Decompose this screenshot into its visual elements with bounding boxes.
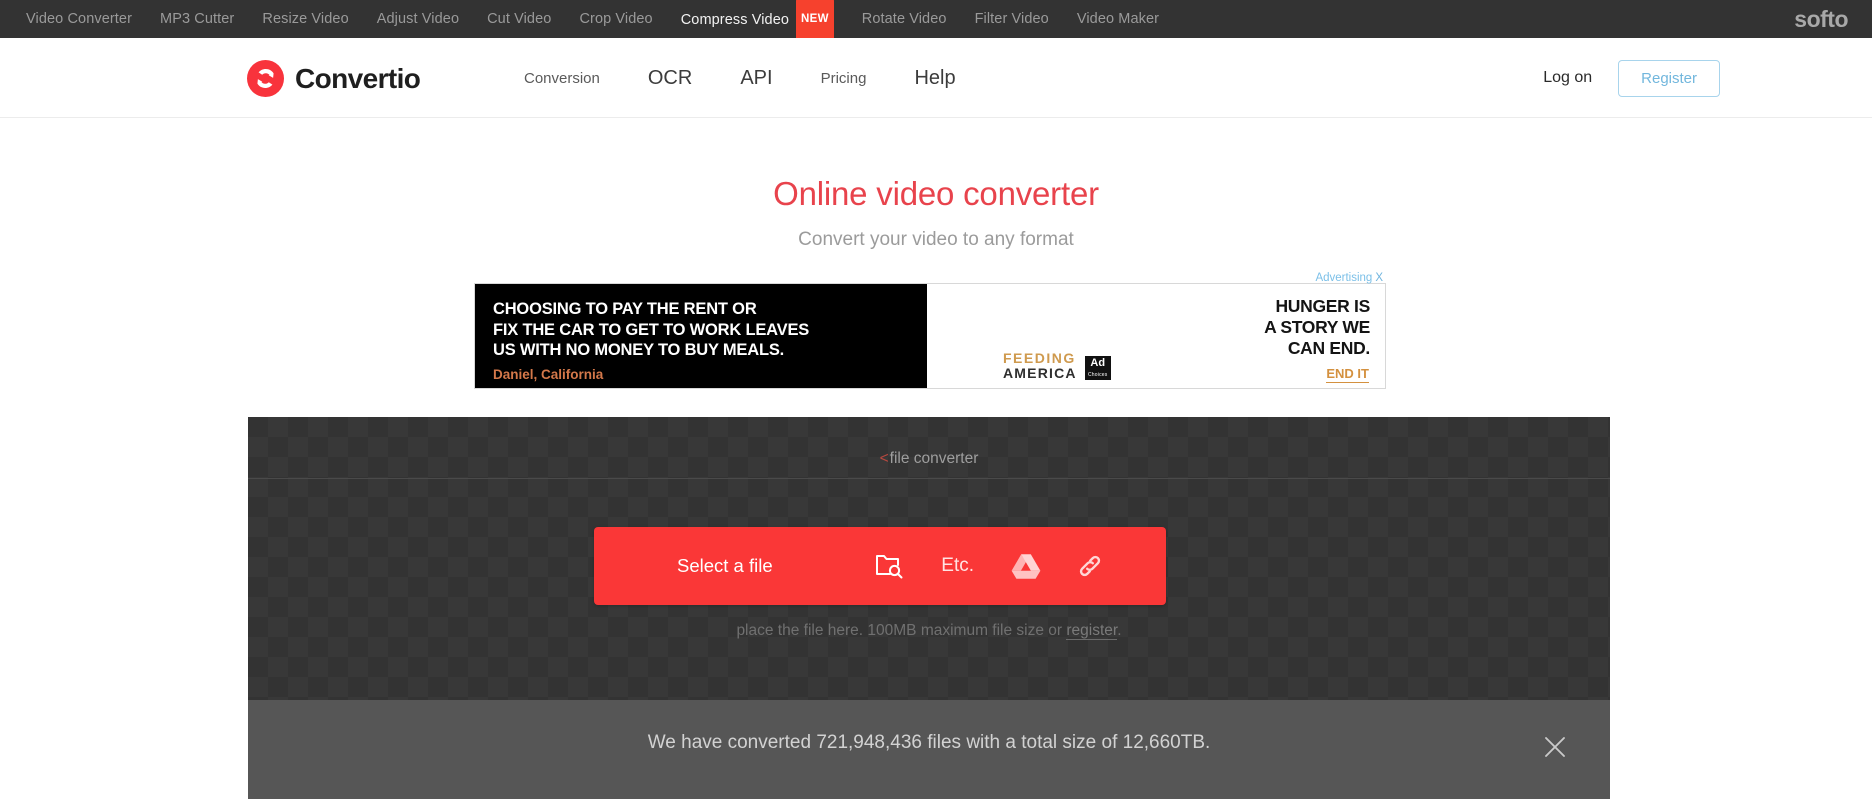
- site-header: Convertio Conversion OCR API Pricing Hel…: [0, 38, 1872, 118]
- ad-right-line-2: A STORY WE: [1264, 317, 1370, 337]
- dropzone-caption-text: file converter: [889, 450, 979, 467]
- promo-link-filter-video[interactable]: Filter Video: [961, 0, 1063, 38]
- brand-name: Convertio: [295, 62, 421, 94]
- advertising-label-text: Advertising: [1315, 272, 1373, 284]
- promo-link-label: Rotate Video: [861, 11, 947, 27]
- dropzone-caption: <file converter: [248, 450, 1610, 468]
- promo-link-label: Filter Video: [974, 11, 1049, 27]
- etc-label: Etc.: [941, 555, 974, 576]
- feeding-america-logo: FEEDING AMERICA: [1003, 351, 1077, 380]
- promo-link-label: Compress Video: [680, 11, 790, 28]
- page-title: Online video converter: [773, 175, 1099, 212]
- stats-bar: We have converted 721,948,436 files with…: [248, 700, 1610, 799]
- promo-link-crop-video[interactable]: Crop Video: [565, 0, 666, 38]
- ad-right-line-3: CAN END.: [1287, 338, 1370, 358]
- select-file-label: Select a file: [677, 555, 773, 576]
- adchoices-icon[interactable]: Ad Choices: [1084, 356, 1111, 380]
- ad-sponsor: FEEDING AMERICA Ad Choices: [1003, 351, 1111, 380]
- link-chain-icon: [1075, 551, 1105, 581]
- promo-bar: Video Converter MP3 Cutter Resize Video …: [0, 0, 1872, 40]
- promo-link-video-maker[interactable]: Video Maker: [1063, 0, 1173, 38]
- promo-link-rotate-video[interactable]: Rotate Video: [848, 0, 961, 38]
- ad-cta-link[interactable]: END IT: [1326, 366, 1369, 383]
- log-on-link[interactable]: Log on: [1543, 69, 1592, 87]
- promo-link-mp3-cutter[interactable]: MP3 Cutter: [146, 0, 248, 38]
- promo-link-label: Cut Video: [487, 11, 552, 27]
- from-url-button[interactable]: [1058, 535, 1122, 597]
- select-file-bar[interactable]: Select a file Etc.: [594, 527, 1166, 605]
- ad-left-panel: CHOOSING TO PAY THE RENT OR FIX THE CAR …: [475, 284, 927, 388]
- sponsor-name-top: FEEDING: [1003, 350, 1076, 366]
- select-actions: Etc.: [857, 535, 1166, 597]
- convertio-swirl-icon: [247, 60, 284, 97]
- promo-nav: Video Converter MP3 Cutter Resize Video …: [0, 0, 1173, 40]
- sponsor-name-bottom: AMERICA: [1003, 365, 1077, 381]
- new-badge: NEW: [796, 0, 834, 40]
- browse-files-button[interactable]: [857, 535, 921, 597]
- ad-right-line-1: HUNGER IS: [1275, 296, 1370, 316]
- drop-hint: place the file here. 100MB maximum file …: [248, 622, 1610, 640]
- promo-link-video-converter[interactable]: Video Converter: [12, 0, 146, 38]
- drop-hint-register-link[interactable]: register: [1066, 622, 1118, 640]
- dropzone-header: <file converter: [248, 417, 1610, 479]
- promo-link-label: Resize Video: [262, 11, 349, 27]
- close-icon[interactable]: [1542, 734, 1568, 760]
- ad-right-panel: HUNGER IS A STORY WE CAN END. END IT FEE…: [927, 284, 1385, 388]
- page-subtitle: Convert your video to any format: [798, 229, 1074, 250]
- advertisement-container: Advertising X CHOOSING TO PAY THE RENT OR…: [474, 272, 1386, 389]
- folder-search-icon: [874, 551, 904, 581]
- account-area: Log on Register: [1543, 38, 1872, 118]
- adchoices-sublabel: Choices: [1088, 372, 1108, 378]
- promo-link-label: Crop Video: [579, 11, 653, 27]
- promo-link-label: Video Converter: [26, 11, 133, 27]
- hero-section: Online video converter Convert your vide…: [0, 119, 1872, 251]
- nav-item-pricing[interactable]: Pricing: [797, 70, 891, 87]
- softo-logo[interactable]: softo: [1794, 0, 1848, 38]
- ad-headline-line-2: FIX THE CAR TO GET TO WORK LEAVES: [493, 320, 810, 339]
- google-drive-icon: [1011, 553, 1041, 580]
- promo-link-label: Video Maker: [1076, 11, 1160, 27]
- google-drive-button[interactable]: [994, 535, 1058, 597]
- main-nav: Conversion OCR API Pricing Help: [500, 38, 980, 118]
- brand-logo[interactable]: Convertio: [247, 60, 421, 97]
- register-button[interactable]: Register: [1618, 59, 1720, 97]
- ad-attribution: Daniel, California: [493, 366, 604, 382]
- promo-link-adjust-video[interactable]: Adjust Video: [363, 0, 473, 38]
- ad-banner[interactable]: CHOOSING TO PAY THE RENT OR FIX THE CAR …: [474, 283, 1386, 389]
- advertising-label: Advertising X: [1315, 272, 1383, 284]
- nav-item-api[interactable]: API: [716, 67, 796, 90]
- promo-link-label: Adjust Video: [376, 11, 460, 27]
- nav-item-help[interactable]: Help: [890, 67, 979, 90]
- drop-hint-suffix: .: [1117, 622, 1122, 639]
- promo-link-cut-video[interactable]: Cut Video: [473, 0, 565, 38]
- ad-close-icon[interactable]: X: [1375, 272, 1383, 284]
- caret-icon: <: [879, 450, 889, 467]
- ad-headline-line-3: US WITH NO MONEY TO BUY MEALS.: [493, 341, 785, 359]
- drop-hint-prefix: place the file here. 100MB maximum file …: [736, 622, 1067, 639]
- adchoices-label: Ad: [1090, 357, 1106, 369]
- promo-link-label: MP3 Cutter: [160, 11, 235, 27]
- nav-item-conversion[interactable]: Conversion: [500, 70, 624, 87]
- stats-text: We have converted 721,948,436 files with…: [647, 732, 1211, 753]
- ad-headline-line-1: CHOOSING TO PAY THE RENT OR: [493, 300, 757, 318]
- file-dropzone[interactable]: <file converter Select a file Etc. place…: [248, 417, 1610, 700]
- nav-item-ocr[interactable]: OCR: [624, 67, 716, 90]
- promo-link-resize-video[interactable]: Resize Video: [248, 0, 362, 38]
- ad-right-headline: HUNGER IS A STORY WE CAN END.: [1264, 296, 1370, 359]
- promo-link-compress-video[interactable]: Compress Video NEW: [667, 0, 848, 40]
